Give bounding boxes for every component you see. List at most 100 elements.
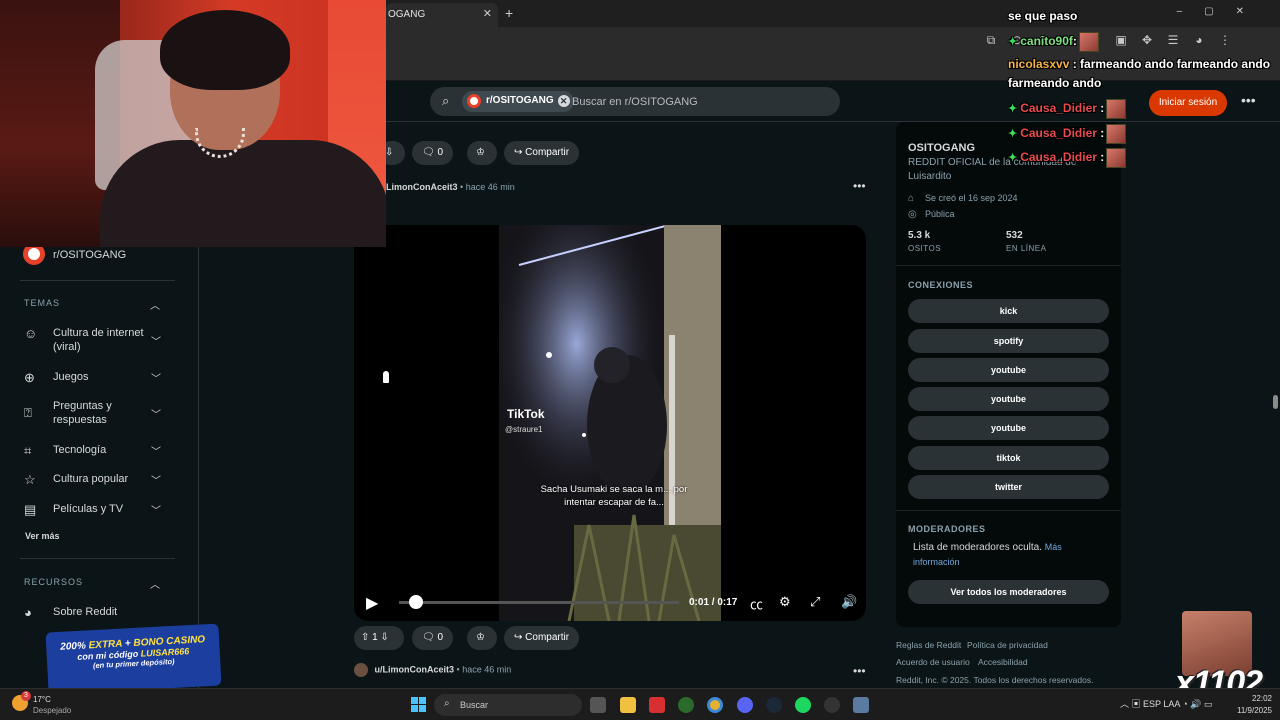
chat-message: se que paso [1008,9,1078,23]
badge-icon: ✦ [1008,103,1018,116]
connection-youtube-button[interactable]: youtube [908,416,1109,440]
chevron-down-icon: ﹀ [151,476,161,487]
ver-mas-button[interactable]: Ver más [25,531,60,541]
share-button[interactable]: ↪ Compartir [504,141,580,165]
award-icon[interactable]: ♔ [467,626,497,650]
emote-icon [1106,124,1127,144]
video-scene-image [499,225,721,621]
search-icon: ⌕ [442,93,450,108]
cast-icon[interactable]: ⧉ [978,33,1004,48]
search-icon: ⌕ [444,698,450,709]
scrollbar-thumb[interactable] [1273,395,1278,409]
avatar [354,663,368,677]
vote-buttons[interactable]: ⇧ 1 ⇩ [354,626,404,650]
spotify-icon[interactable] [795,697,811,713]
chevron-down-icon: ﹀ [151,447,161,458]
clock[interactable]: 22:02 11/9/2025 [1226,693,1272,717]
page-scrollbar[interactable] [1271,122,1280,688]
chat-message: ✦ Causa_Didier : [1008,148,1127,168]
created-date: ⌂ Se creó el 16 sep 2024 [908,193,1018,204]
share-button[interactable]: ↪ Compartir [504,626,580,650]
connection-youtube-button[interactable]: youtube [908,358,1109,382]
emote-icon [1106,148,1127,168]
webcam-person-hair [160,10,290,90]
webcam-overlay [0,0,386,247]
steam-icon[interactable] [766,697,782,713]
obs-icon[interactable] [824,697,840,713]
clapper-icon: ▤ [24,502,37,517]
connection-spotify-button[interactable]: spotify [908,329,1109,353]
video-player[interactable]: TikTok @straure1 Sacha Usumaki se saca l… [354,225,866,621]
windows-taskbar: 3 17°C Despejado ⌕ Buscar ︿ ▣ ESP LAA ◔ 🔊… [0,688,1280,720]
comments-button[interactable]: 🗨 0 [412,141,454,165]
connection-kick-button[interactable]: kick [908,299,1109,323]
footer-link-privacy[interactable]: Política de privacidad [967,640,1048,650]
collapse-recursos-icon[interactable]: ︿ [150,576,160,591]
mouse-cursor-icon [382,370,390,384]
play-icon[interactable]: ▶ [366,593,378,613]
chat-message: farmeando ando [1008,76,1102,90]
chat-message: ✦ canito90f: [1008,32,1099,52]
connections-title: CONEXIONES [908,280,974,290]
search-input[interactable]: ⌕ r/OSITOGANG ✕ Buscar en r/OSITOGANG [430,87,840,116]
chrome-icon[interactable] [707,697,723,713]
video-progress-handle[interactable] [408,595,423,609]
post-menu-icon[interactable]: ••• [853,179,866,193]
footer-link-accessibility[interactable]: Accesibilidad [978,657,1028,667]
post-menu-icon[interactable]: ••• [853,664,866,678]
footer-link-rules[interactable]: Reglas de Reddit [896,640,961,650]
badge-icon: ✦ [1008,128,1018,141]
divider [896,510,1121,511]
post-time: hace 46 min [465,182,515,192]
calculator-icon[interactable] [853,697,869,713]
smile-icon: ☺ [24,326,38,341]
windows-start-icon[interactable] [411,697,427,713]
post-header: LimonConAceit3 • hace 46 min [386,182,515,192]
webcam-person-body [100,140,386,247]
moderators-title: MODERADORES [908,524,986,534]
settings-icon[interactable]: ⚙ [779,594,791,610]
view-all-moderators-button[interactable]: Ver todos los moderadores [908,580,1109,604]
comments-button[interactable]: 🗨 0 [412,626,454,650]
footer-link-user-agreement[interactable]: Acuerdo de usuario [896,657,970,667]
app-icon[interactable] [649,697,665,713]
discord-icon[interactable] [737,697,753,713]
tiktok-user: @straure1 [505,425,543,434]
subreddit-chip[interactable]: r/OSITOGANG ✕ [462,91,574,112]
task-view-icon[interactable] [590,697,606,713]
search-placeholder: Buscar en r/OSITOGANG [572,96,698,108]
taskbar-search[interactable]: ⌕ Buscar [434,694,582,716]
connection-tiktok-button[interactable]: tiktok [908,446,1109,470]
community-name: OSITOGANG [908,142,976,154]
chip-icon: ⌗ [24,443,32,458]
captions-icon[interactable]: ㏄ [750,594,763,613]
post-author[interactable]: LimonConAceit3 [386,182,458,192]
xbox-icon[interactable] [678,697,694,713]
award-icon[interactable]: ♔ [467,141,497,165]
subreddit-logo-icon [467,94,481,108]
clear-chip-icon[interactable]: ✕ [557,95,570,107]
video-frame: TikTok @straure1 Sacha Usumaki se saca l… [499,225,721,621]
close-tab-icon[interactable]: ✕ [483,7,492,20]
file-explorer-icon[interactable] [620,697,636,713]
browser-tab[interactable]: OGANG ✕ [386,3,498,27]
volume-icon[interactable]: 🔊 [841,594,857,610]
tiktok-logo: TikTok [507,407,545,421]
post-actions-bottom: ⇧ 1 ⇩ 🗨 0 ♔ ↪ Compartir [354,626,614,650]
emote-icon [1106,99,1127,119]
chat-message: nicolasxvv : farmeando ando farmeando an… [1008,57,1271,71]
online-count: 532 [1006,230,1023,241]
post-author[interactable]: u/LimonConAceit3 [375,664,455,674]
sidebar-item-subreddit[interactable]: r/OSITOGANG [23,243,126,265]
connection-twitter-button[interactable]: twitter [908,475,1109,499]
system-tray[interactable]: ︿ ▣ ESP LAA ◔ 🔊 ▭ [1120,697,1213,710]
collapse-temas-icon[interactable]: ︿ [150,297,160,312]
fullscreen-icon[interactable]: ⤢ [810,594,820,610]
cake-icon: ⌂ [908,193,915,204]
divider [20,558,175,559]
new-tab-button[interactable]: + [505,5,513,21]
video-caption: Sacha Usumaki se saca la m... por intent… [540,484,688,508]
connection-youtube-button[interactable]: youtube [908,387,1109,411]
video-progress-track[interactable] [399,601,679,604]
divider [20,280,175,281]
